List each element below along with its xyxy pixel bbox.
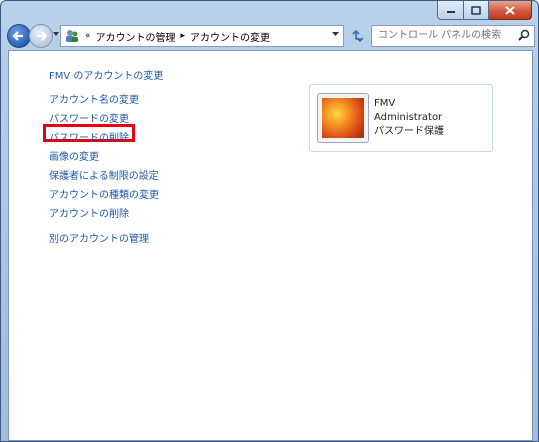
account-name: FMV (374, 98, 396, 109)
back-arrow-icon (12, 31, 23, 41)
link-parental-controls[interactable]: 保護者による制限の設定 (49, 167, 159, 182)
address-bar[interactable]: « アカウントの管理 ▸ アカウントの変更 (60, 25, 344, 47)
account-picture (317, 93, 369, 143)
search-box[interactable] (371, 25, 535, 47)
maximize-icon (471, 5, 481, 15)
minimize-icon (446, 11, 455, 13)
link-delete-account[interactable]: アカウントの削除 (49, 205, 129, 220)
flower-picture-icon (322, 98, 364, 138)
forward-button[interactable] (29, 24, 53, 48)
title-bar (1, 1, 538, 23)
user-accounts-icon (66, 30, 78, 42)
forward-arrow-icon (37, 31, 48, 41)
breadcrumb-overflow[interactable]: « (85, 31, 91, 41)
link-change-picture[interactable]: 画像の変更 (49, 148, 99, 163)
close-button[interactable] (489, 1, 532, 20)
window-controls (437, 1, 532, 20)
breadcrumb-separator[interactable]: ▸ (181, 31, 186, 41)
navigation-bar: « アカウントの管理 ▸ アカウントの変更 (1, 23, 538, 49)
address-dropdown-icon[interactable] (332, 32, 339, 37)
refresh-icon[interactable] (347, 26, 369, 46)
recent-pages-dropdown-icon[interactable] (53, 32, 59, 37)
maximize-button[interactable] (464, 1, 489, 20)
minimize-button[interactable] (437, 1, 464, 20)
account-card: FMV Administrator パスワード保護 (309, 84, 493, 152)
link-remove-password[interactable]: パスワードの削除 (49, 129, 129, 144)
content-pane: FMV のアカウントの変更 アカウント名の変更 パスワードの変更 パスワードの削… (8, 50, 533, 441)
link-change-password[interactable]: パスワードの変更 (49, 110, 129, 125)
account-type: Administrator (374, 112, 443, 123)
close-icon (505, 5, 515, 15)
link-manage-other-account[interactable]: 別のアカウントの管理 (49, 230, 149, 245)
search-icon[interactable] (518, 29, 530, 41)
breadcrumb-item-account-change[interactable]: アカウントの変更 (190, 29, 270, 44)
link-change-account-name[interactable]: アカウント名の変更 (49, 91, 139, 106)
breadcrumb-item-account-management[interactable]: アカウントの管理 (96, 29, 176, 44)
control-panel-window: « アカウントの管理 ▸ アカウントの変更 FMV のアカウントの変更 アカウン… (0, 0, 539, 442)
breadcrumb: アカウントの管理 ▸ アカウントの変更 (96, 29, 271, 44)
account-info: FMV Administrator パスワード保護 (374, 97, 444, 139)
link-change-account-type[interactable]: アカウントの種類の変更 (49, 186, 159, 201)
account-status: パスワード保護 (374, 126, 444, 137)
search-input[interactable] (378, 28, 506, 42)
back-button[interactable] (7, 24, 31, 48)
link-change-fmv-account[interactable]: FMV のアカウントの変更 (49, 67, 163, 82)
